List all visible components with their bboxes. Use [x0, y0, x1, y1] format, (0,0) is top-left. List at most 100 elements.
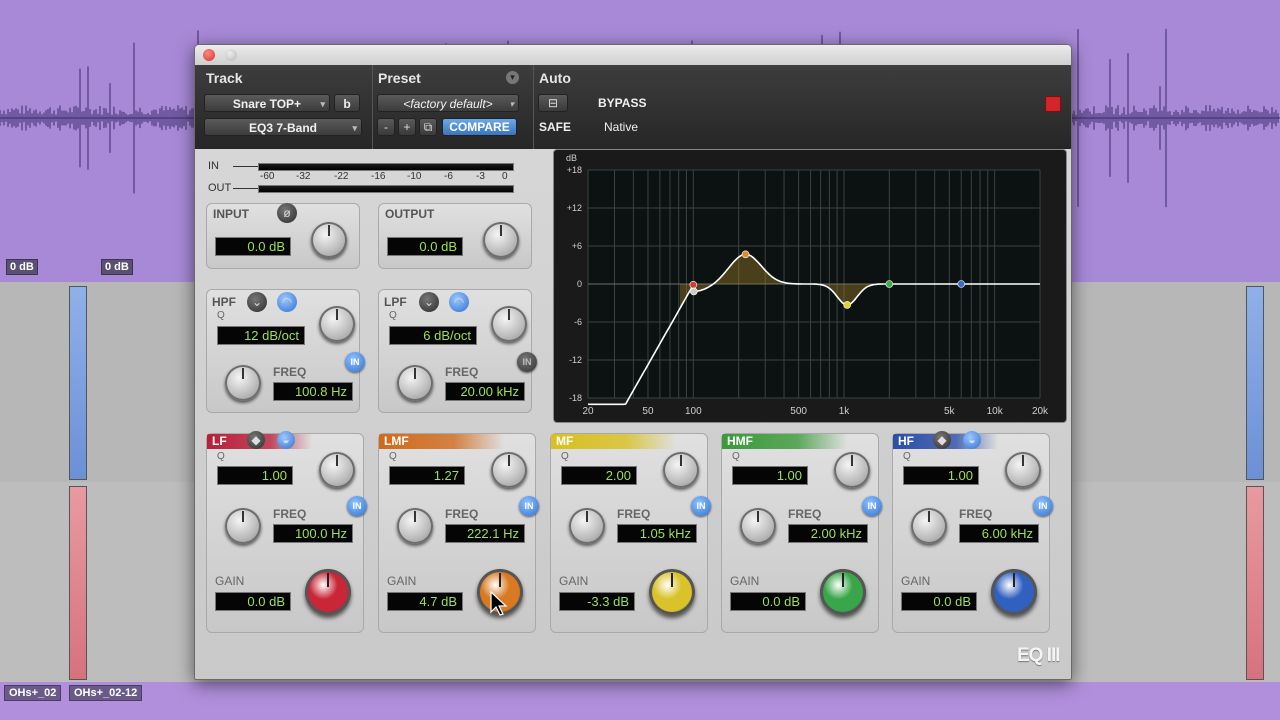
lf-freq-display[interactable]: 100.0 Hz: [273, 524, 353, 543]
lf-freq-knob[interactable]: [225, 508, 261, 544]
mf-freq-display[interactable]: 1.05 kHz: [617, 524, 697, 543]
clip-name-label[interactable]: OHs+_02: [4, 685, 62, 701]
eq-band-node[interactable]: [690, 287, 698, 296]
meter-scale-tick: -22: [334, 171, 349, 182]
mf-in-button[interactable]: IN: [691, 496, 711, 516]
auto-section-label: Auto: [539, 70, 571, 86]
hf-gain-knob[interactable]: [991, 569, 1037, 615]
lf-in-button[interactable]: IN: [347, 496, 367, 516]
lpf-filter-type-button[interactable]: ⌄: [419, 292, 439, 312]
hpf-highpass-button[interactable]: ◠: [277, 292, 297, 312]
lmf-in-button[interactable]: IN: [519, 496, 539, 516]
eq-curve-display[interactable]: +18 +12 +6 0 -6 -12 -18 20 50 100 500 1k 5k 10k 20k dB: [553, 149, 1067, 423]
minimize-window-button[interactable]: [225, 49, 237, 61]
hmf-band-tag: HMF: [722, 434, 847, 449]
clip-indicator-icon[interactable]: [1045, 96, 1061, 112]
lmf-gain-display[interactable]: 4.7 dB: [387, 592, 463, 611]
hmf-q-display[interactable]: 1.00: [732, 466, 808, 485]
lpf-freq-knob[interactable]: [397, 365, 433, 401]
lf-shelf-button[interactable]: ◒: [277, 431, 295, 449]
track-name: Snare TOP+: [232, 97, 302, 111]
hmf-gain-display[interactable]: 0.0 dB: [730, 592, 806, 611]
hf-peak-button[interactable]: ◆: [933, 431, 951, 449]
eq-band-node[interactable]: [957, 280, 966, 288]
lf-gain-display[interactable]: 0.0 dB: [215, 592, 291, 611]
track-select-dropdown[interactable]: Snare TOP+ ▾: [204, 94, 330, 112]
hpf-freq-display[interactable]: 100.8 Hz: [273, 382, 353, 401]
hmf-freq-display[interactable]: 2.00 kHz: [788, 524, 868, 543]
channel-select-dropdown[interactable]: b: [334, 94, 360, 112]
lpf-q-label: Q: [389, 310, 397, 321]
clip-region[interactable]: [69, 486, 87, 680]
hpf-filter-type-button[interactable]: ⌄: [247, 292, 267, 312]
clip-region[interactable]: [1246, 286, 1264, 480]
clip-name-label[interactable]: OHs+_02-12: [69, 685, 143, 701]
hf-q-knob[interactable]: [1005, 452, 1041, 488]
hf-freq-display[interactable]: 6.00 kHz: [959, 524, 1039, 543]
hf-in-button[interactable]: IN: [1033, 496, 1053, 516]
hpf-freq-knob[interactable]: [225, 365, 261, 401]
copy-settings-button[interactable]: ⧉: [419, 118, 437, 136]
lf-q-knob[interactable]: [319, 452, 355, 488]
input-gain-display[interactable]: 0.0 dB: [215, 237, 291, 256]
hf-q-display[interactable]: 1.00: [903, 466, 979, 485]
lpf-freq-display[interactable]: 20.00 kHz: [445, 382, 525, 401]
mf-q-knob[interactable]: [663, 452, 699, 488]
close-window-button[interactable]: [203, 49, 215, 61]
lmf-freq-display[interactable]: 222.1 Hz: [445, 524, 525, 543]
previous-preset-button[interactable]: -: [377, 118, 395, 136]
safe-button[interactable]: SAFE: [539, 120, 571, 134]
clip-region[interactable]: [69, 286, 87, 480]
mouse-cursor-icon: [490, 591, 508, 616]
mf-freq-knob[interactable]: [569, 508, 605, 544]
hmf-in-button[interactable]: IN: [862, 496, 882, 516]
lmf-band-label: LMF: [384, 434, 409, 448]
lpf-lowpass-button[interactable]: ◠: [449, 292, 469, 312]
preset-menu-icon[interactable]: ▾: [506, 71, 519, 84]
clip-region[interactable]: [1246, 486, 1264, 680]
lpf-in-button[interactable]: IN: [517, 352, 537, 372]
lmf-q-display[interactable]: 1.27: [389, 466, 465, 485]
window-titlebar[interactable]: [195, 45, 1071, 66]
plugin-select-dropdown[interactable]: EQ3 7-Band ▾: [204, 118, 362, 136]
lmf-q-label: Q: [389, 451, 397, 462]
mf-gain-knob[interactable]: [649, 569, 695, 615]
meter-scale-tick: -10: [407, 171, 422, 182]
clip-volume-label[interactable]: 0 dB: [101, 259, 133, 275]
eq-band-node[interactable]: [689, 280, 698, 289]
hpf-slope-display[interactable]: 12 dB/oct: [217, 326, 305, 345]
eq-band-node[interactable]: [843, 301, 851, 309]
phase-invert-button[interactable]: ø: [277, 203, 297, 223]
eq-band-node[interactable]: [885, 280, 894, 288]
hf-freq-knob[interactable]: [911, 508, 947, 544]
input-gain-knob[interactable]: [311, 222, 347, 258]
lf-peak-button[interactable]: ◆: [247, 431, 265, 449]
lf-gain-knob[interactable]: [305, 569, 351, 615]
bypass-button[interactable]: BYPASS: [598, 96, 646, 110]
hf-shelf-button[interactable]: ◒: [963, 431, 981, 449]
mf-gain-display[interactable]: -3.3 dB: [559, 592, 635, 611]
lpf-q-knob[interactable]: [491, 306, 527, 342]
mf-q-display[interactable]: 2.00: [561, 466, 637, 485]
output-gain-display[interactable]: 0.0 dB: [387, 237, 463, 256]
lpf-slope-display[interactable]: 6 dB/oct: [389, 326, 477, 345]
track-lane-bottom: OHs+_02 OHs+_02-12: [0, 682, 1280, 720]
preset-select-dropdown[interactable]: <factory default> ▾: [377, 94, 519, 112]
lf-q-display[interactable]: 1.00: [217, 466, 293, 485]
clip-volume-label[interactable]: 0 dB: [6, 259, 38, 275]
hmf-gain-knob[interactable]: [820, 569, 866, 615]
automation-button[interactable]: ⊟: [538, 94, 568, 112]
hmf-freq-knob[interactable]: [740, 508, 776, 544]
eq-band-node[interactable]: [741, 250, 750, 259]
hmf-q-knob[interactable]: [834, 452, 870, 488]
hpf-freq-label: FREQ: [273, 365, 307, 379]
output-gain-knob[interactable]: [483, 222, 519, 258]
next-preset-button[interactable]: +: [398, 118, 416, 136]
hpf-in-button[interactable]: IN: [345, 352, 365, 372]
hpf-q-knob[interactable]: [319, 306, 355, 342]
lmf-q-knob[interactable]: [491, 452, 527, 488]
hf-gain-display[interactable]: 0.0 dB: [901, 592, 977, 611]
lmf-freq-knob[interactable]: [397, 508, 433, 544]
compare-button[interactable]: COMPARE: [442, 118, 517, 136]
db-axis-label: dB: [566, 153, 578, 163]
